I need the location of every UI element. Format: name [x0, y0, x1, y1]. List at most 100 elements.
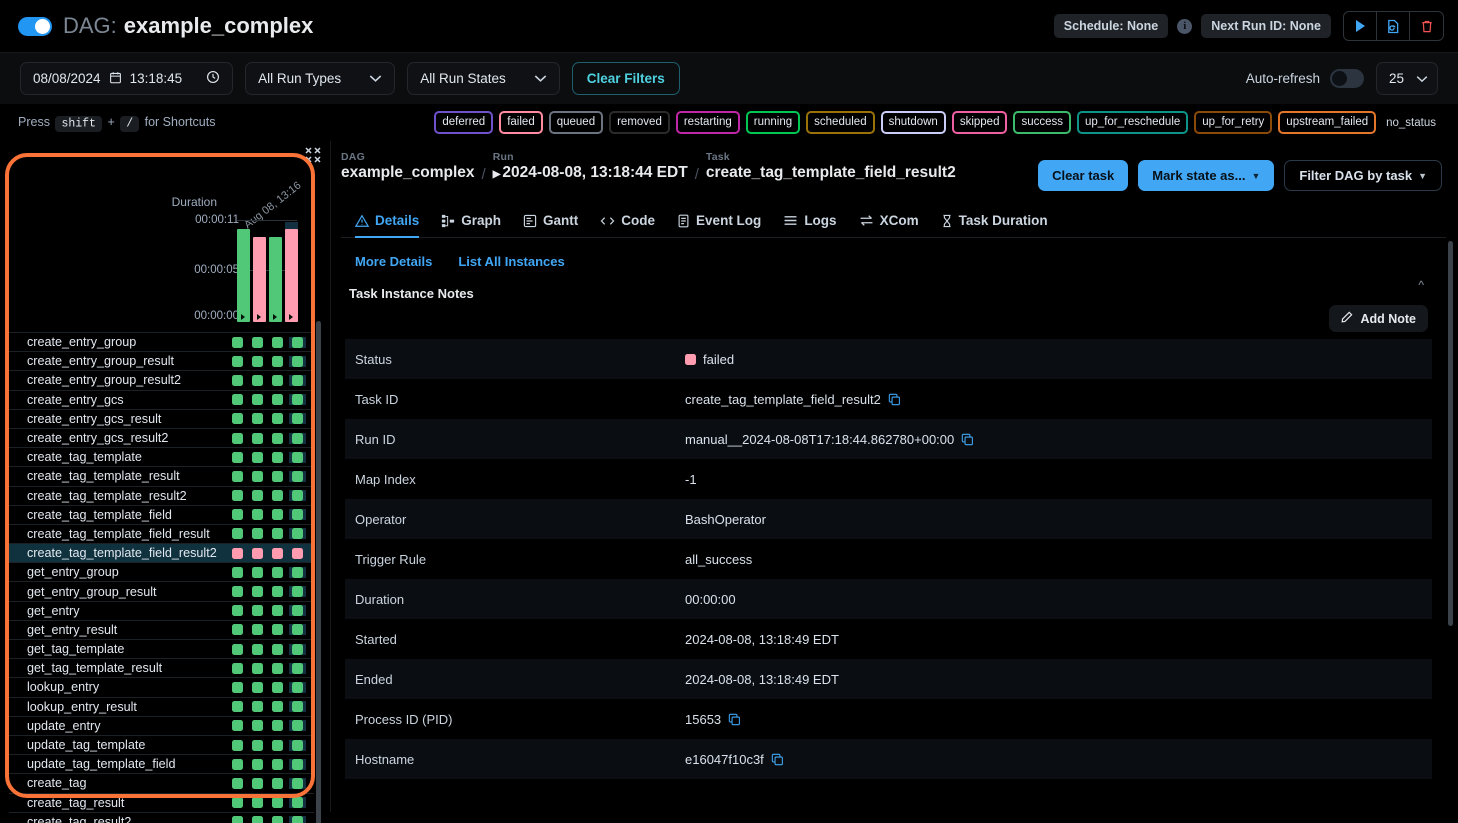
chart-bar[interactable] — [285, 229, 298, 322]
task-state-square-success[interactable] — [292, 797, 303, 808]
task-state-square-success[interactable] — [272, 490, 283, 501]
task-state-cell[interactable] — [249, 471, 266, 482]
task-state-square-success[interactable] — [272, 682, 283, 693]
task-state-square-success[interactable] — [272, 797, 283, 808]
task-state-square-success[interactable] — [252, 605, 263, 616]
legend-badge-no_status[interactable]: no_status — [1382, 115, 1440, 131]
task-state-square-success[interactable] — [292, 701, 303, 712]
task-grid-row[interactable]: get_entry_result — [9, 620, 314, 639]
task-grid-row[interactable]: create_tag_template — [9, 447, 314, 466]
task-state-square-success[interactable] — [232, 356, 243, 367]
task-state-cell[interactable] — [229, 586, 246, 597]
task-state-square-success[interactable] — [272, 567, 283, 578]
task-state-cell[interactable] — [269, 548, 286, 559]
task-state-square-success[interactable] — [292, 490, 303, 501]
task-state-cell[interactable] — [229, 528, 246, 539]
task-state-square-success[interactable] — [252, 624, 263, 635]
chart-bars[interactable] — [237, 222, 301, 322]
tab-task-duration[interactable]: Task Duration — [941, 213, 1048, 237]
legend-badge-shutdown[interactable]: shutdown — [881, 111, 946, 133]
task-state-square-success[interactable] — [292, 740, 303, 751]
run-states-select[interactable]: All Run States — [407, 62, 560, 95]
task-state-cell[interactable] — [289, 509, 306, 520]
task-state-square-success[interactable] — [272, 644, 283, 655]
task-state-square-success[interactable] — [232, 759, 243, 770]
task-state-cell[interactable] — [249, 375, 266, 386]
tab-xcom[interactable]: XCom — [859, 213, 919, 237]
task-state-square-success[interactable] — [272, 605, 283, 616]
copy-icon[interactable] — [771, 753, 784, 766]
task-grid-row[interactable]: create_entry_gcs_result2 — [9, 428, 314, 447]
task-state-cell[interactable] — [249, 452, 266, 463]
legend-badge-running[interactable]: running — [746, 111, 800, 133]
copy-icon[interactable] — [888, 393, 901, 406]
legend-badge-scheduled[interactable]: scheduled — [806, 111, 874, 133]
add-note-button[interactable]: Add Note — [1329, 305, 1428, 332]
task-state-cell[interactable] — [229, 471, 246, 482]
task-state-cell[interactable] — [249, 740, 266, 751]
tab-code[interactable]: Code — [600, 213, 655, 237]
task-state-square-success[interactable] — [252, 337, 263, 348]
clock-icon[interactable] — [206, 70, 220, 87]
task-grid-row[interactable]: update_entry — [9, 716, 314, 735]
task-state-square-success[interactable] — [252, 394, 263, 405]
task-state-square-success[interactable] — [272, 740, 283, 751]
task-state-square-success[interactable] — [232, 816, 243, 823]
task-state-cell[interactable] — [289, 548, 306, 559]
task-grid-row[interactable]: create_entry_gcs_result — [9, 409, 314, 428]
task-state-cell[interactable] — [269, 337, 286, 348]
task-grid-row[interactable]: create_tag_template_field — [9, 505, 314, 524]
task-grid-row[interactable]: lookup_entry — [9, 677, 314, 696]
chart-bar[interactable] — [253, 237, 266, 322]
task-state-cell[interactable] — [289, 701, 306, 712]
task-state-square-success[interactable] — [252, 452, 263, 463]
task-state-cell[interactable] — [249, 759, 266, 770]
task-state-cell[interactable] — [289, 644, 306, 655]
task-state-cell[interactable] — [289, 490, 306, 501]
task-state-square-success[interactable] — [252, 778, 263, 789]
task-state-cell[interactable] — [289, 567, 306, 578]
task-state-square-success[interactable] — [252, 701, 263, 712]
task-state-square-success[interactable] — [252, 797, 263, 808]
copy-icon[interactable] — [961, 433, 974, 446]
breadcrumb-run[interactable]: Run ▶2024-08-08, 13:18:44 EDT — [493, 151, 688, 184]
reparse-icon[interactable] — [1377, 12, 1410, 40]
legend-badge-deferred[interactable]: deferred — [434, 111, 493, 133]
task-state-square-success[interactable] — [252, 663, 263, 674]
task-state-square-success[interactable] — [292, 356, 303, 367]
task-state-cell[interactable] — [269, 644, 286, 655]
task-state-square-success[interactable] — [232, 394, 243, 405]
task-state-cell[interactable] — [289, 471, 306, 482]
task-state-square-success[interactable] — [292, 452, 303, 463]
task-state-square-success[interactable] — [232, 682, 243, 693]
task-state-cell[interactable] — [269, 356, 286, 367]
task-state-square-success[interactable] — [292, 682, 303, 693]
chart-bar-cell[interactable] — [253, 222, 266, 322]
task-state-cell[interactable] — [249, 663, 266, 674]
task-state-cell[interactable] — [229, 375, 246, 386]
task-state-cell[interactable] — [269, 375, 286, 386]
task-state-square-success[interactable] — [232, 586, 243, 597]
task-state-cell[interactable] — [249, 337, 266, 348]
task-state-square-success[interactable] — [292, 394, 303, 405]
task-state-cell[interactable] — [249, 644, 266, 655]
chart-bar-cell[interactable] — [269, 222, 282, 322]
legend-badge-up_for_reschedule[interactable]: up_for_reschedule — [1077, 111, 1188, 133]
task-state-cell[interactable] — [269, 509, 286, 520]
task-grid-row[interactable]: get_tag_template — [9, 639, 314, 658]
tab-gantt[interactable]: Gantt — [523, 213, 578, 237]
task-state-square-failed[interactable] — [292, 548, 303, 559]
task-state-square-success[interactable] — [292, 337, 303, 348]
task-state-cell[interactable] — [289, 720, 306, 731]
run-types-select[interactable]: All Run Types — [245, 62, 395, 95]
task-state-cell[interactable] — [229, 433, 246, 444]
task-state-square-success[interactable] — [252, 356, 263, 367]
task-state-square-success[interactable] — [232, 528, 243, 539]
task-state-cell[interactable] — [229, 356, 246, 367]
task-state-square-success[interactable] — [232, 433, 243, 444]
task-grid-row[interactable]: lookup_entry_result — [9, 697, 314, 716]
task-state-cell[interactable] — [269, 778, 286, 789]
task-state-cell[interactable] — [289, 682, 306, 693]
copy-icon[interactable] — [728, 713, 741, 726]
clear-filters-button[interactable]: Clear Filters — [572, 62, 680, 95]
